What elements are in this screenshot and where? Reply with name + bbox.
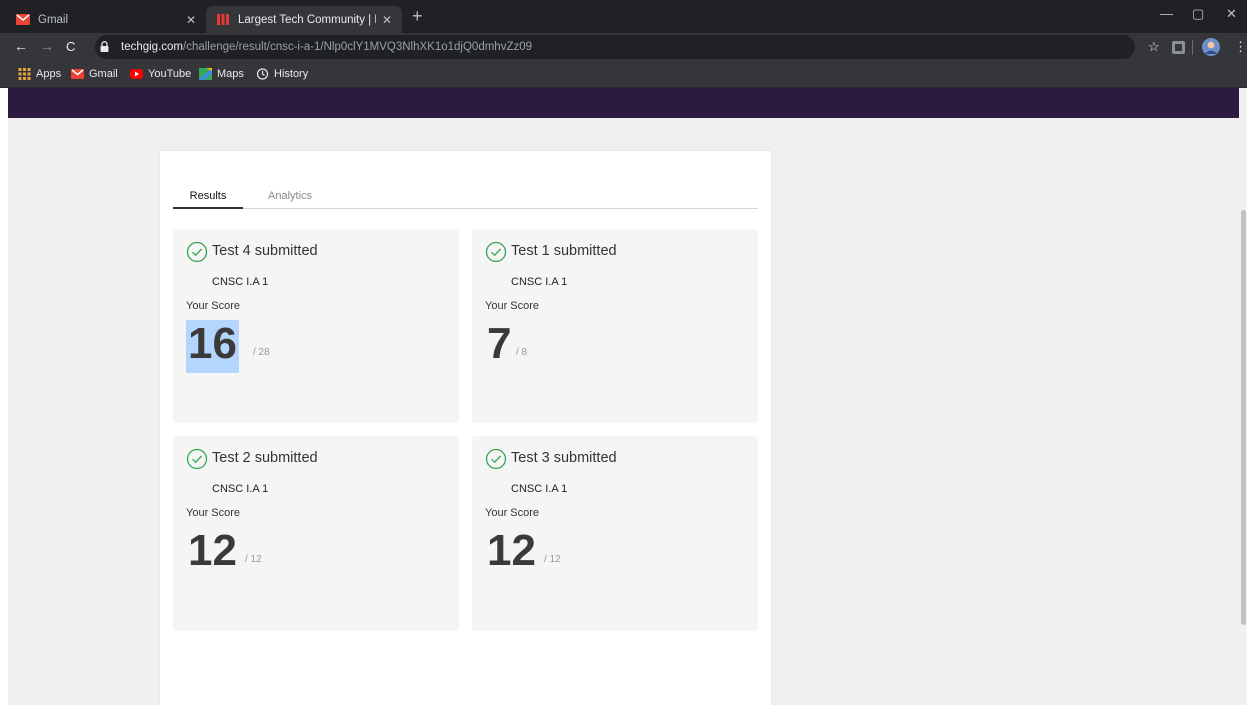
- card-title: Test 1 submitted: [511, 243, 617, 259]
- lock-icon: [100, 41, 109, 52]
- score-total: / 8: [516, 347, 528, 358]
- address-url[interactable]: techgig.com/challenge/result/cnsc-i-a-1/…: [121, 41, 532, 53]
- check-circle-icon: [186, 241, 208, 263]
- test-result-card: Test 4 submitted CNSC I.A 1 Your Score 1…: [173, 229, 459, 423]
- history-clock-icon: [256, 68, 269, 80]
- tab-title: Gmail: [38, 13, 69, 26]
- check-circle-icon: [485, 448, 507, 470]
- star-icon[interactable]: ☆: [1148, 39, 1160, 55]
- more-menu-icon[interactable]: ⋮: [1234, 39, 1247, 55]
- test-result-card: Test 3 submitted CNSC I.A 1 Your Score 1…: [472, 436, 758, 631]
- test-result-card: Test 2 submitted CNSC I.A 1 Your Score 1…: [173, 436, 459, 631]
- score-value: 16: [186, 320, 239, 373]
- score-label: Your Score: [186, 300, 241, 312]
- card-title: Test 2 submitted: [212, 450, 318, 466]
- browser-toolbar: ← → C techgig.com/challenge/result/cnsc-…: [0, 33, 1247, 61]
- reload-icon[interactable]: C: [66, 39, 75, 54]
- tab-analytics[interactable]: Analytics: [268, 190, 312, 209]
- maps-icon: [199, 68, 212, 80]
- card-title: Test 4 submitted: [212, 243, 318, 259]
- tab-gmail[interactable]: Gmail ✕: [6, 6, 206, 33]
- results-panel: Results Analytics Test 4 submitted CNSC …: [160, 151, 771, 705]
- test-result-card: Test 1 submitted CNSC I.A 1 Your Score 7…: [472, 229, 758, 423]
- score-label: Your Score: [485, 300, 540, 312]
- window-close-icon[interactable]: ✕: [1226, 6, 1237, 22]
- youtube-icon: [130, 69, 143, 79]
- back-arrow-icon[interactable]: ←: [14, 38, 28, 54]
- card-subject: CNSC I.A 1: [511, 483, 568, 495]
- score-total: / 12: [544, 554, 561, 565]
- close-icon[interactable]: ✕: [382, 13, 392, 27]
- bookmark-maps[interactable]: Maps: [199, 68, 244, 80]
- tab-title: Largest Tech Community | Hackat: [238, 13, 376, 26]
- check-circle-icon: [485, 241, 507, 263]
- score-label: Your Score: [485, 507, 540, 519]
- new-tab-plus-icon[interactable]: +: [412, 6, 423, 26]
- score-total: / 28: [253, 347, 270, 358]
- forward-arrow-icon[interactable]: →: [40, 38, 54, 54]
- bookmark-youtube[interactable]: YouTube: [130, 68, 191, 80]
- check-circle-icon: [186, 448, 208, 470]
- score-value: 12: [188, 526, 237, 575]
- tab-results[interactable]: Results: [173, 190, 243, 209]
- card-title: Test 3 submitted: [511, 450, 617, 466]
- gmail-icon: [16, 14, 30, 25]
- minimize-icon[interactable]: —: [1160, 6, 1173, 21]
- score-value: 7: [487, 319, 512, 368]
- card-subject: CNSC I.A 1: [212, 276, 269, 288]
- bookmarks-bar: Apps Gmail YouTube Maps History: [0, 61, 1247, 88]
- site-header-band: [8, 88, 1239, 118]
- extension-icon[interactable]: [1172, 41, 1185, 54]
- card-subject: CNSC I.A 1: [212, 483, 269, 495]
- score-total: / 12: [245, 554, 262, 565]
- page-left-gutter: [0, 88, 8, 705]
- card-subject: CNSC I.A 1: [511, 276, 568, 288]
- bookmark-history[interactable]: History: [256, 68, 308, 80]
- maximize-icon[interactable]: ▢: [1192, 6, 1204, 22]
- toolbar-divider: [1192, 40, 1193, 55]
- techgig-icon: [217, 14, 229, 25]
- tab-techgig[interactable]: Largest Tech Community | Hackat ✕: [206, 6, 402, 33]
- bookmark-gmail[interactable]: Gmail: [71, 68, 118, 80]
- apps-grid-icon: [18, 68, 31, 80]
- browser-tab-strip: Gmail ✕ Largest Tech Community | Hackat …: [0, 0, 1247, 33]
- bookmark-apps[interactable]: Apps: [18, 68, 61, 80]
- score-label: Your Score: [186, 507, 241, 519]
- profile-avatar[interactable]: [1202, 38, 1220, 56]
- results-tabs: Results Analytics: [173, 187, 758, 209]
- gmail-icon: [71, 69, 84, 79]
- close-icon[interactable]: ✕: [186, 13, 196, 27]
- score-value: 12: [487, 526, 536, 575]
- scrollbar-thumb[interactable]: [1241, 210, 1246, 625]
